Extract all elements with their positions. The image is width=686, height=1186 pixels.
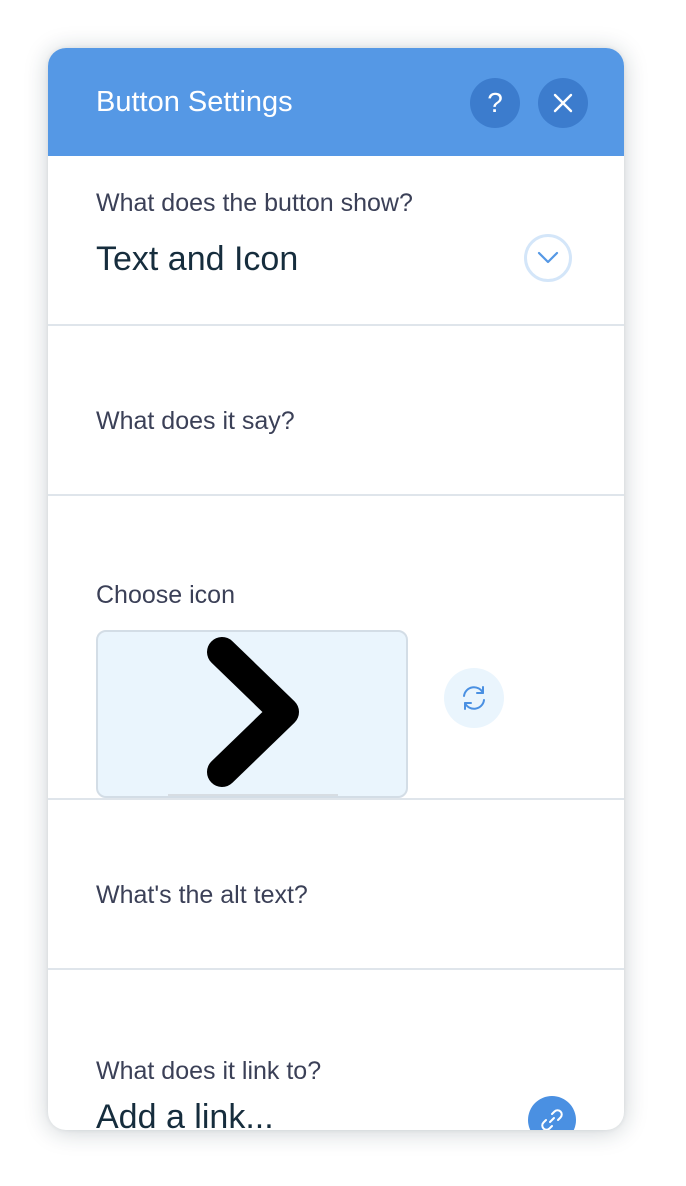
- link-section: What does it link to? Add a link...: [48, 970, 624, 1130]
- icon-section: Choose icon: [48, 496, 624, 800]
- help-button[interactable]: ?: [470, 78, 520, 128]
- display-value[interactable]: Text and Icon: [96, 238, 298, 280]
- alt-text-section[interactable]: What's the alt text?: [48, 800, 624, 970]
- display-label: What does the button show?: [96, 189, 413, 217]
- panel-title: Button Settings: [96, 86, 293, 118]
- text-label: What does it say?: [96, 407, 295, 435]
- change-icon-button[interactable]: [444, 668, 504, 728]
- link-label: What does it link to?: [96, 1057, 322, 1085]
- close-button[interactable]: [538, 78, 588, 128]
- link-value[interactable]: Add a link...: [96, 1096, 274, 1130]
- display-section: What does the button show? Text and Icon: [48, 156, 624, 326]
- refresh-icon: [463, 686, 485, 710]
- text-section[interactable]: What does it say?: [48, 326, 624, 496]
- close-icon: [553, 93, 573, 113]
- help-icon: ?: [487, 87, 503, 118]
- icon-label: Choose icon: [96, 581, 235, 609]
- link-button[interactable]: [528, 1096, 576, 1130]
- link-icon: [541, 1109, 563, 1130]
- alt-text-label: What's the alt text?: [96, 881, 308, 909]
- chevron-down-icon: [537, 251, 559, 264]
- chevron-right-icon: [207, 637, 299, 787]
- button-settings-panel: Button Settings ? What does the button s…: [48, 48, 624, 1130]
- icon-preview[interactable]: [96, 630, 408, 798]
- panel-header: Button Settings ?: [48, 48, 624, 156]
- display-dropdown-button[interactable]: [524, 234, 572, 282]
- icon-preview-divider: [168, 794, 338, 796]
